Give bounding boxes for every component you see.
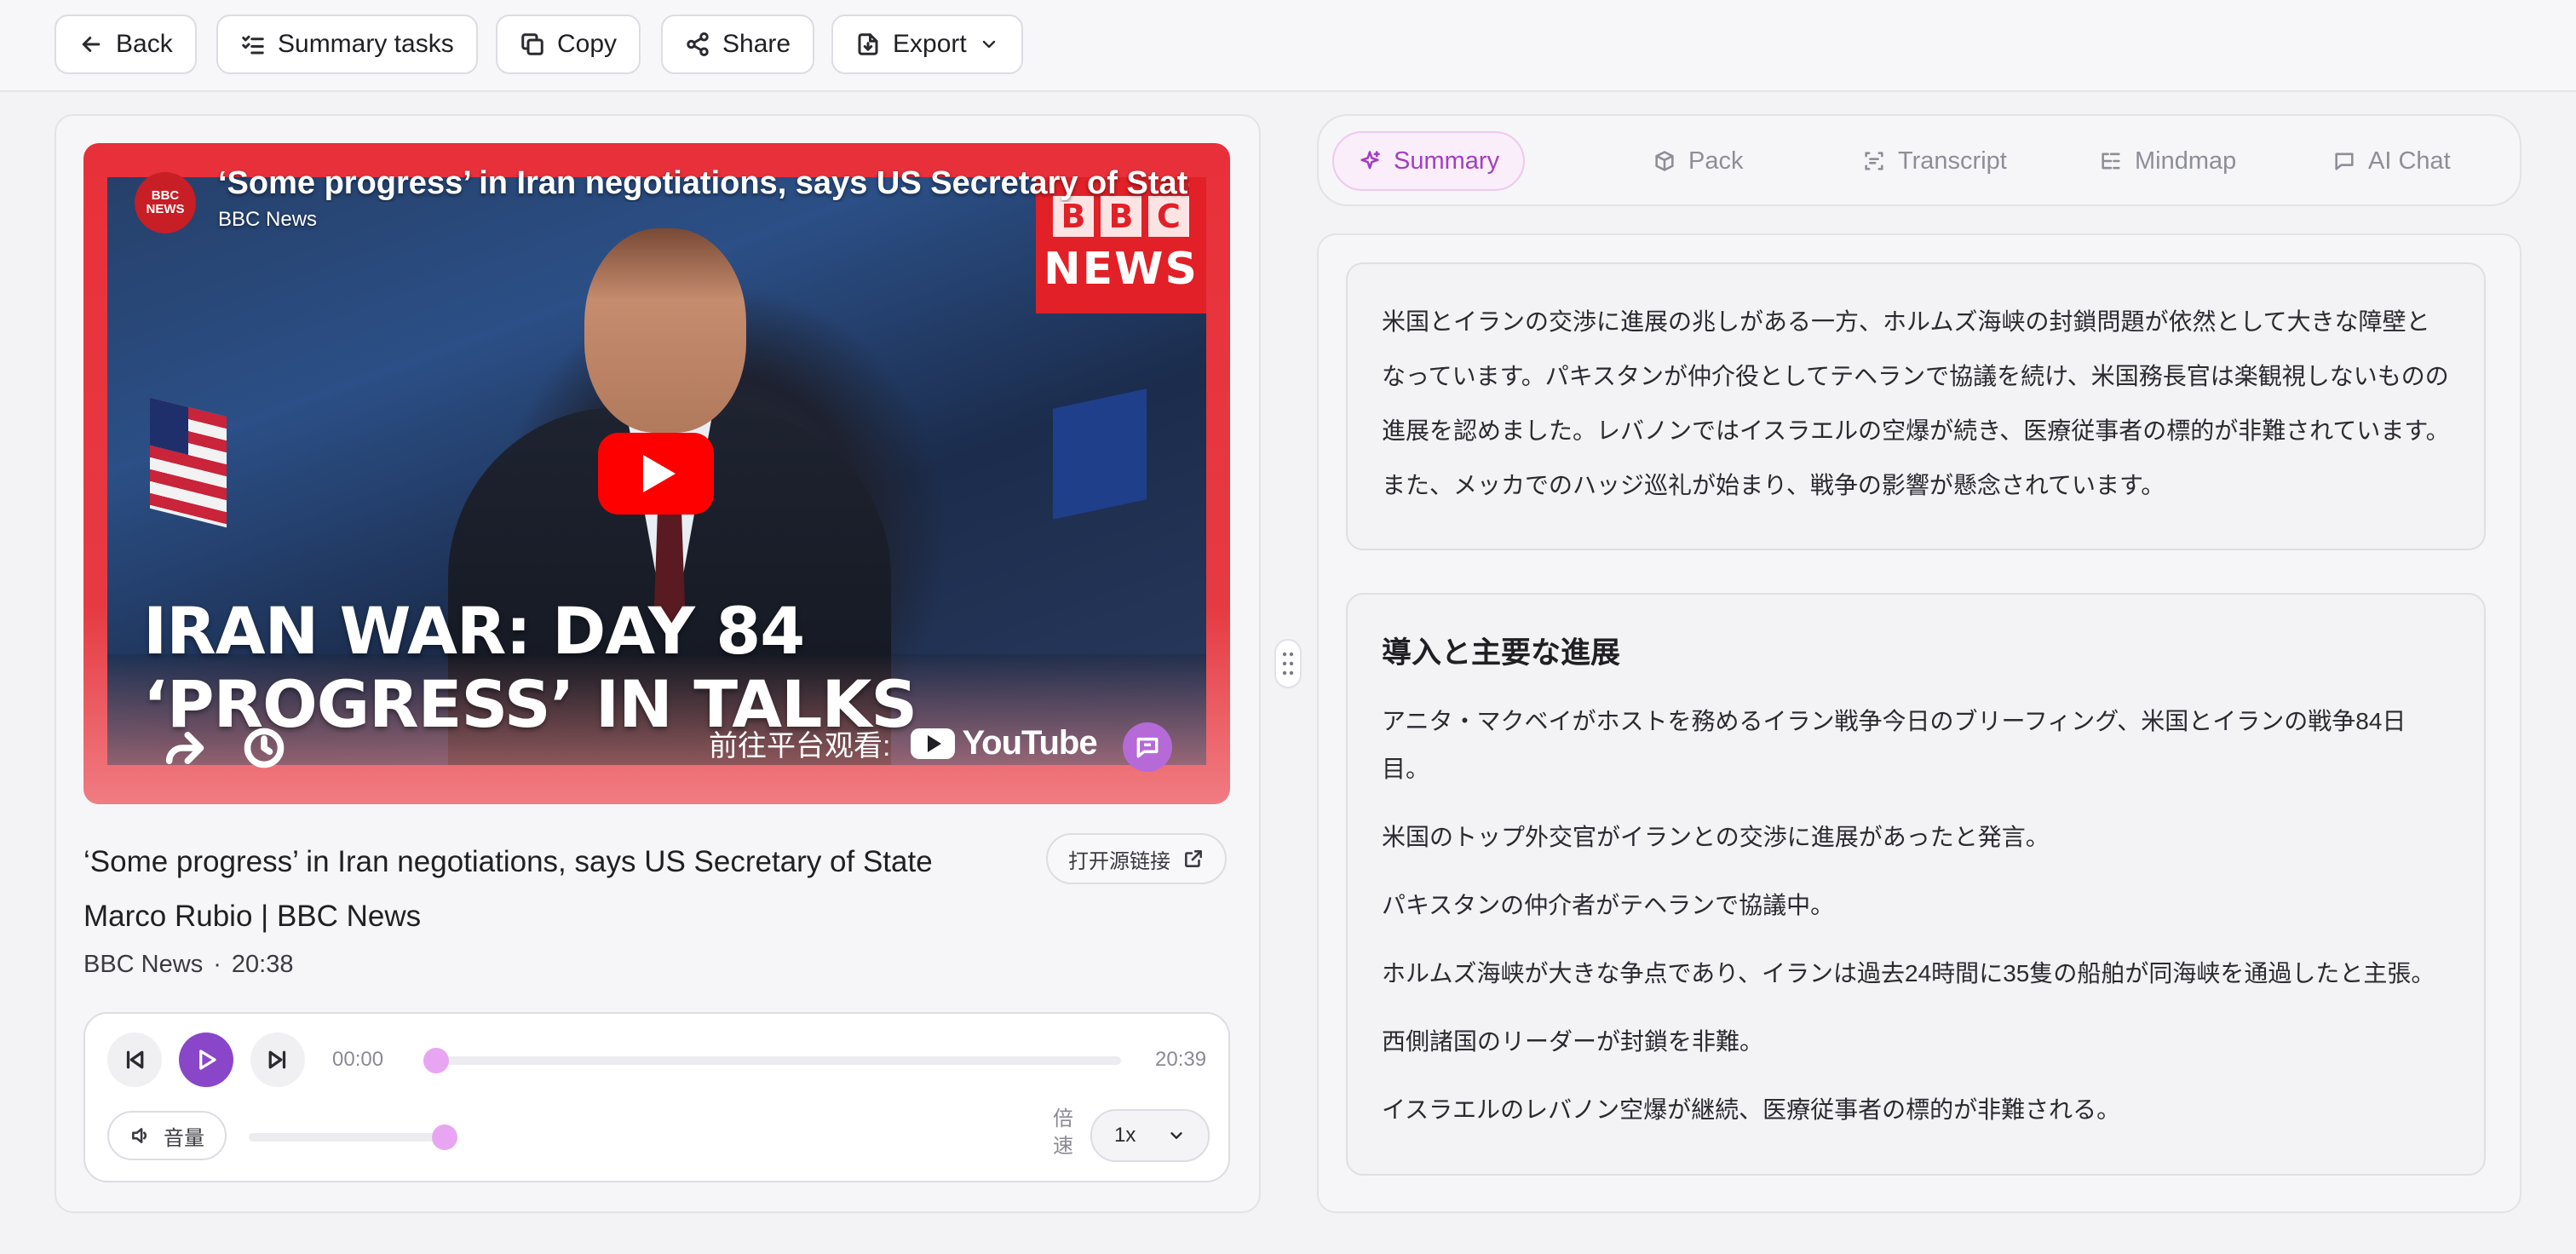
video-duration: 20:38 [231, 951, 294, 978]
tab-summary[interactable]: Summary [1332, 131, 1526, 191]
section-point: 米国のトップ外交官がイランとの交渉に進展があったと発言。 [1382, 824, 2050, 850]
open-source-link-button[interactable]: 打开源链接 [1046, 833, 1227, 884]
avatar-text-bottom: NEWS [146, 202, 185, 216]
copy-label: Copy [557, 30, 618, 58]
avatar-text-top: BBC [151, 188, 180, 204]
chat-bubble-icon [1136, 737, 1159, 758]
skip-back-button[interactable] [107, 1033, 162, 1087]
bbc-letter: C [1148, 196, 1189, 237]
total-time: 20:39 [1155, 1048, 1207, 1071]
tab-ai-chat-label: AI Chat [2368, 147, 2451, 175]
bbc-letter: B [1053, 196, 1094, 237]
tab-pack-label: Pack [1688, 147, 1744, 175]
summary-overview-card: 米国とイランの交渉に進展の兆しがある一方、ホルムズ海峡の封鎖問題が依然として大き… [1346, 262, 2486, 550]
external-link-icon [1185, 850, 1202, 867]
tab-mindmap[interactable]: Mindmap [2075, 131, 2260, 191]
speed-value: 1x [1114, 1124, 1136, 1147]
nato-flag-graphic [1053, 388, 1147, 520]
person-graphic-head [584, 228, 746, 433]
current-time: 00:00 [332, 1048, 384, 1071]
export-file-icon [858, 33, 878, 55]
export-label: Export [893, 30, 967, 58]
tab-pack[interactable]: Pack [1629, 131, 1767, 191]
arrow-left-icon [82, 37, 101, 52]
share-icon [687, 32, 709, 56]
audio-player: 00:00 20:39 音量 倍速 1x [83, 1012, 1230, 1182]
section-point: イスラエルのレバノン空爆が継続、医療従事者の標的が非難される。 [1382, 1096, 2121, 1123]
box-icon [1655, 151, 1674, 171]
thumbnail-headline-line1: IRAN WAR: DAY 84 [143, 593, 805, 669]
youtube-logo: YouTube [911, 724, 1098, 762]
bbc-letter: B [1101, 196, 1141, 237]
copy-button[interactable]: Copy [496, 14, 641, 74]
tab-summary-label: Summary [1394, 147, 1500, 175]
youtube-play-logo-icon [911, 728, 956, 759]
youtube-play-button[interactable] [598, 433, 714, 515]
chevron-down-icon [1170, 1132, 1182, 1139]
section-point: パキスタンの仲介者がテヘランで協議中。 [1382, 892, 1835, 918]
summary-section-card: 導入と主要な進展 アニタ・マクベイがホストを務めるイラン戦争今日のブリーフィング… [1346, 593, 2486, 1176]
panel-resize-handle[interactable] [1274, 639, 1302, 688]
summary-tasks-label: Summary tasks [278, 30, 454, 58]
tab-transcript-label: Transcript [1898, 147, 2007, 175]
share-button[interactable]: Share [661, 14, 815, 74]
chat-icon [2335, 152, 2354, 170]
speaker-icon [132, 1128, 147, 1143]
playback-speed-select[interactable]: 1x [1090, 1109, 1210, 1162]
tab-mindmap-label: Mindmap [2135, 147, 2237, 175]
back-button-label: Back [116, 30, 173, 58]
skip-forward-button[interactable] [250, 1033, 305, 1087]
ai-chat-float-button[interactable] [1123, 722, 1172, 772]
skip-forward-icon [268, 1050, 286, 1069]
watch-on-label: 前往平台观看: [709, 730, 891, 762]
tab-transcript[interactable]: Transcript [1838, 131, 2031, 191]
video-embed[interactable]: B B C NEWS BBC NEWS ‘Some progress’ in I… [83, 143, 1230, 804]
volume-handle[interactable] [432, 1125, 457, 1150]
youtube-wordmark: YouTube [962, 724, 1097, 762]
section-point: ホルムズ海峡が大きな争点であり、イランは過去24時間に35隻の船舶が同海峡を通過… [1382, 960, 2435, 987]
section-title: 導入と主要な進展 [1382, 636, 1621, 670]
copy-icon [521, 33, 543, 55]
skip-back-icon [126, 1050, 144, 1069]
open-source-label: 打开源链接 [1068, 849, 1170, 873]
volume-button[interactable]: 音量 [107, 1111, 227, 1160]
back-button[interactable]: Back [55, 14, 197, 74]
watch-later-icon[interactable] [242, 726, 286, 770]
top-toolbar: Back Summary tasks Copy Share Export [0, 0, 2576, 92]
us-flag-graphic [150, 397, 227, 528]
share-arrow-icon[interactable] [162, 726, 206, 770]
speed-label: 倍速 [1053, 1107, 1073, 1158]
thumbnail-headline: IRAN WAR: DAY 84 ‘PROGRESS’ IN TALKS [143, 595, 917, 741]
youtube-channel-name[interactable]: BBC News [218, 208, 317, 232]
sparkle-icon [1360, 151, 1380, 170]
drag-handle-icon [1282, 652, 1294, 676]
volume-slider[interactable] [249, 1133, 445, 1142]
summary-overview-text: 米国とイランの交渉に進展の兆しがある一方、ホルムズ海峡の封鎖問題が依然として大き… [1382, 308, 2450, 498]
volume-label: 音量 [164, 1126, 204, 1150]
meta-separator: · [213, 951, 221, 978]
play-button[interactable] [179, 1033, 233, 1087]
mindmap-icon [2102, 152, 2120, 170]
progress-handle[interactable] [423, 1048, 449, 1073]
chevron-down-icon [982, 40, 995, 49]
tab-ai-chat[interactable]: AI Chat [2309, 131, 2475, 191]
share-label: Share [722, 30, 791, 58]
export-button[interactable]: Export [831, 14, 1023, 74]
transcript-icon [1865, 152, 1883, 170]
video-title: ‘Some progress’ in Iran negotiations, sa… [83, 845, 933, 933]
task-list-icon [242, 35, 264, 55]
progress-bar[interactable] [436, 1056, 1121, 1065]
bbc-news-word: NEWS [1044, 244, 1199, 295]
youtube-video-title[interactable]: ‘Some progress’ in Iran negotiations, sa… [218, 165, 1189, 202]
content-tabs: Summary Pack Transcript Mindmap AI Chat [1317, 114, 2521, 206]
video-meta: BBC News · 20:38 [83, 951, 293, 979]
video-channel: BBC News [83, 951, 204, 978]
section-point: 西側諸国のリーダーが封鎖を非難。 [1382, 1028, 1764, 1055]
play-icon [199, 1050, 216, 1070]
watch-on-youtube[interactable]: 前往平台观看: YouTube [709, 722, 1098, 764]
summary-tasks-button[interactable]: Summary tasks [216, 14, 478, 74]
channel-avatar[interactable]: BBC NEWS [135, 172, 196, 233]
section-point: アニタ・マクベイがホストを務めるイラン戦争今日のブリーフィング、米国とイランの戦… [1382, 708, 2406, 782]
